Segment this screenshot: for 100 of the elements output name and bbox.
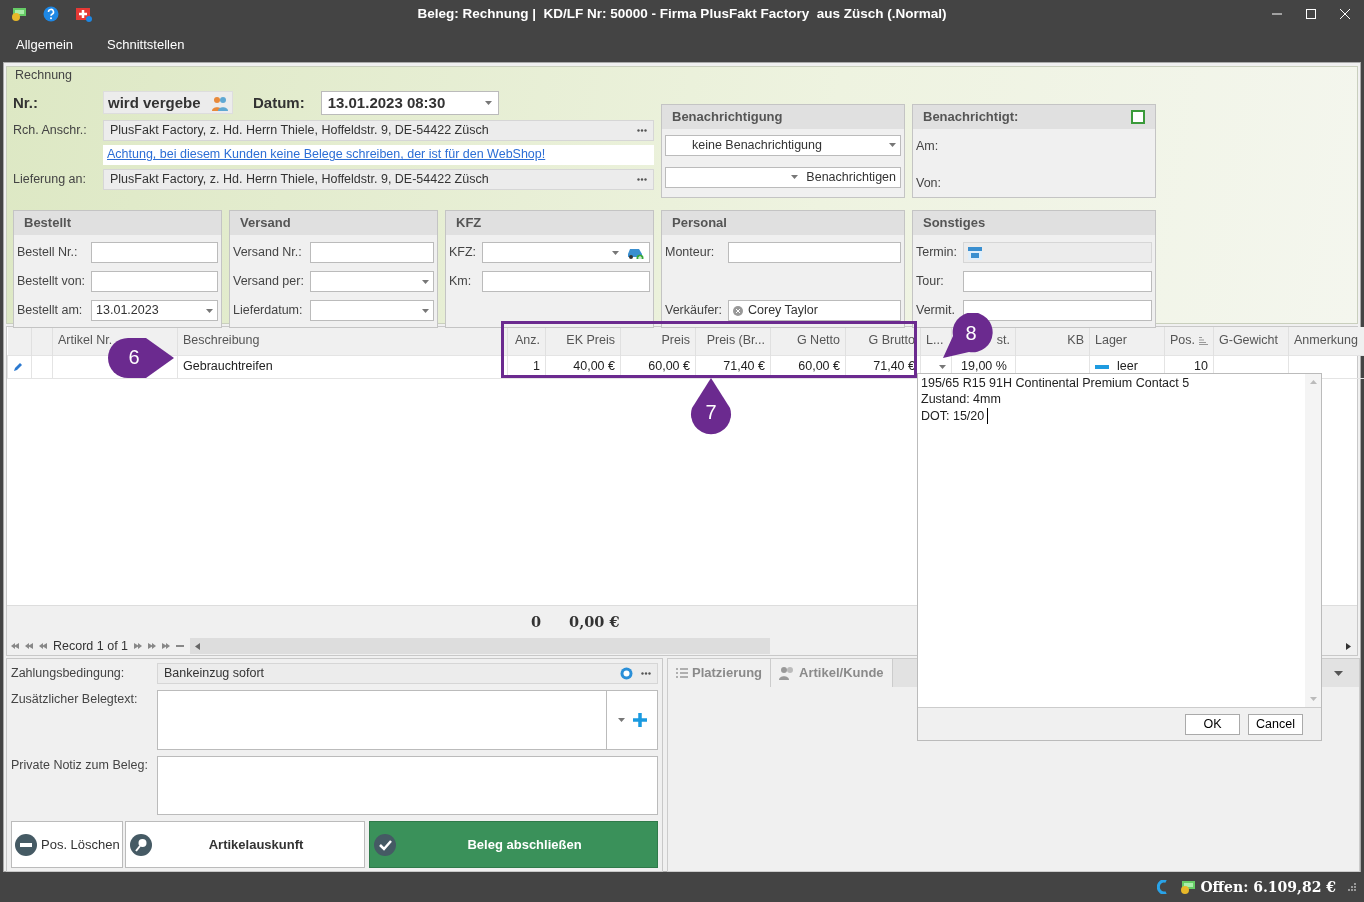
- text-field[interactable]: [963, 271, 1152, 293]
- dropdown-arrow-icon[interactable]: [791, 175, 799, 180]
- number-field[interactable]: wird vergebe: [103, 91, 233, 115]
- column-header[interactable]: st.: [996, 333, 1010, 348]
- delete-button[interactable]: Pos. Löschen: [11, 821, 123, 868]
- column-header[interactable]: Lager: [1089, 327, 1165, 355]
- field-label: Rch. Anschr.:: [13, 121, 88, 139]
- more-icon[interactable]: [641, 672, 651, 675]
- ok-button[interactable]: OK: [1185, 713, 1240, 735]
- field-label: Verkäufer:: [665, 302, 722, 320]
- close-document-button[interactable]: Beleg abschließen: [369, 821, 658, 868]
- column-header[interactable]: G-Gewicht: [1213, 327, 1289, 355]
- maximize-icon[interactable]: [1306, 9, 1316, 19]
- dropdown-field[interactable]: [482, 242, 650, 264]
- nav-next-page-icon[interactable]: [148, 643, 157, 649]
- date-field[interactable]: [963, 242, 1152, 264]
- address-field[interactable]: PlusFakt Factory, z. Hd. Herrn Thiele, Hoffeldstr. 9, DE-54422 Züsch: [103, 119, 654, 141]
- field-label: Von:: [916, 174, 943, 192]
- dropdown-field[interactable]: [309, 300, 434, 322]
- refresh-icon[interactable]: [620, 667, 633, 680]
- dropdown-arrow-icon[interactable]: [422, 279, 429, 284]
- table-cell: 40,00 €: [545, 355, 621, 378]
- column-header[interactable]: Pos.: [1164, 327, 1214, 355]
- text-line: 195/65 R15 91H Continental Premium Contact 5: [920, 375, 1191, 391]
- field-label: KFZ:: [449, 244, 477, 262]
- clear-icon[interactable]: [733, 305, 743, 316]
- calendar-icon[interactable]: [968, 245, 982, 261]
- text-field[interactable]: [309, 242, 434, 264]
- field-label: Bestell Nr.:: [17, 244, 79, 262]
- first-aid-icon[interactable]: [75, 6, 92, 22]
- menu-item[interactable]: Allgemein: [16, 35, 74, 55]
- nav-first-icon[interactable]: [11, 643, 19, 649]
- text-field[interactable]: [91, 242, 218, 264]
- article-info-button[interactable]: Artikelauskunft: [125, 821, 366, 868]
- field-label: Versand Nr.:: [233, 244, 303, 262]
- dropdown-arrow-icon[interactable]: [206, 308, 213, 313]
- group-title: Benachrichtigung: [672, 108, 783, 126]
- money-icon[interactable]: [10, 7, 27, 21]
- scroll-left-icon[interactable]: [195, 642, 201, 650]
- table-cell: 60,00 €: [620, 355, 696, 378]
- text-area[interactable]: [157, 690, 607, 750]
- dropdown-arrow-icon[interactable]: [889, 143, 896, 148]
- dropdown-arrow-icon[interactable]: [484, 100, 492, 105]
- cancel-button[interactable]: Cancel: [1248, 713, 1303, 735]
- notify-select[interactable]: Benachrichtigen: [665, 166, 901, 188]
- text-field[interactable]: [91, 271, 218, 293]
- dropdown-arrow-icon[interactable]: [612, 250, 619, 255]
- column-header[interactable]: G Netto: [770, 327, 846, 355]
- dropdown-arrow-icon[interactable]: [1334, 670, 1343, 676]
- more-icon[interactable]: [637, 177, 647, 181]
- callout-marker: 6: [108, 338, 176, 378]
- checkbox[interactable]: [1131, 109, 1145, 124]
- people-icon: [212, 94, 228, 111]
- sort-icon[interactable]: [1199, 337, 1208, 346]
- help-icon[interactable]: [43, 6, 59, 22]
- column-header[interactable]: Beschreibung: [177, 327, 508, 355]
- delete-record-icon[interactable]: [176, 643, 185, 649]
- close-icon[interactable]: [1340, 9, 1350, 19]
- check-icon: [374, 833, 397, 856]
- group-title: KFZ: [456, 214, 482, 232]
- dropdown-arrow-icon[interactable]: [422, 308, 429, 313]
- menu-item[interactable]: Schnittstellen: [107, 35, 185, 55]
- text-field[interactable]: [728, 242, 901, 264]
- text-field[interactable]: [963, 300, 1152, 322]
- nav-last-icon[interactable]: [162, 643, 171, 649]
- address-field[interactable]: PlusFakt Factory, z. Hd. Herrn Thiele, Hoffeldstr. 9, DE-54422 Züsch: [103, 168, 654, 190]
- text-line: DOT: 15/20: [918, 408, 989, 424]
- field-label: Nr.:: [13, 92, 39, 113]
- record-counter: Record 1 of 1: [53, 637, 129, 655]
- dropdown-field[interactable]: 13.01.2023: [91, 300, 218, 322]
- column-header[interactable]: EK Preis: [545, 327, 621, 355]
- more-icon[interactable]: [637, 128, 647, 132]
- add-icon[interactable]: [632, 713, 647, 727]
- scroll-right-icon[interactable]: [1346, 642, 1351, 650]
- column-header[interactable]: Preis (Br...: [695, 327, 771, 355]
- field-label: Am:: [916, 137, 940, 155]
- date-field[interactable]: 13.01.2023 08:30: [320, 90, 499, 115]
- column-header[interactable]: Preis: [620, 327, 696, 355]
- dropdown-arrow-icon[interactable]: [939, 364, 946, 369]
- euro-icon[interactable]: [1157, 880, 1168, 894]
- horizontal-scrollbar[interactable]: [190, 638, 771, 654]
- dropdown-arrow-icon[interactable]: [617, 718, 625, 722]
- car-icon[interactable]: [627, 246, 645, 260]
- nav-prev-page-icon[interactable]: [25, 643, 33, 649]
- total-amount: 0,00 €: [569, 611, 620, 632]
- salesperson-field[interactable]: Corey Taylor: [728, 300, 901, 322]
- field-label: Bestellt am:: [17, 302, 84, 320]
- notification-select[interactable]: keine Benachrichtigung: [665, 134, 901, 156]
- nav-next-icon[interactable]: [134, 643, 143, 649]
- field-label: Vermit.: [916, 302, 956, 320]
- group-title: Sonstiges: [923, 214, 986, 232]
- table-cell: 71,40 €: [695, 355, 771, 378]
- text-area[interactable]: [157, 756, 658, 815]
- resize-grip-icon[interactable]: [1348, 883, 1356, 891]
- column-header[interactable]: KB: [1015, 327, 1090, 355]
- column-header[interactable]: Anmerkung: [1288, 327, 1364, 355]
- dropdown-field[interactable]: [309, 271, 434, 293]
- payment-field[interactable]: Bankeinzug sofort: [157, 663, 658, 684]
- text-field[interactable]: [482, 271, 650, 293]
- nav-prev-icon[interactable]: [39, 643, 47, 649]
